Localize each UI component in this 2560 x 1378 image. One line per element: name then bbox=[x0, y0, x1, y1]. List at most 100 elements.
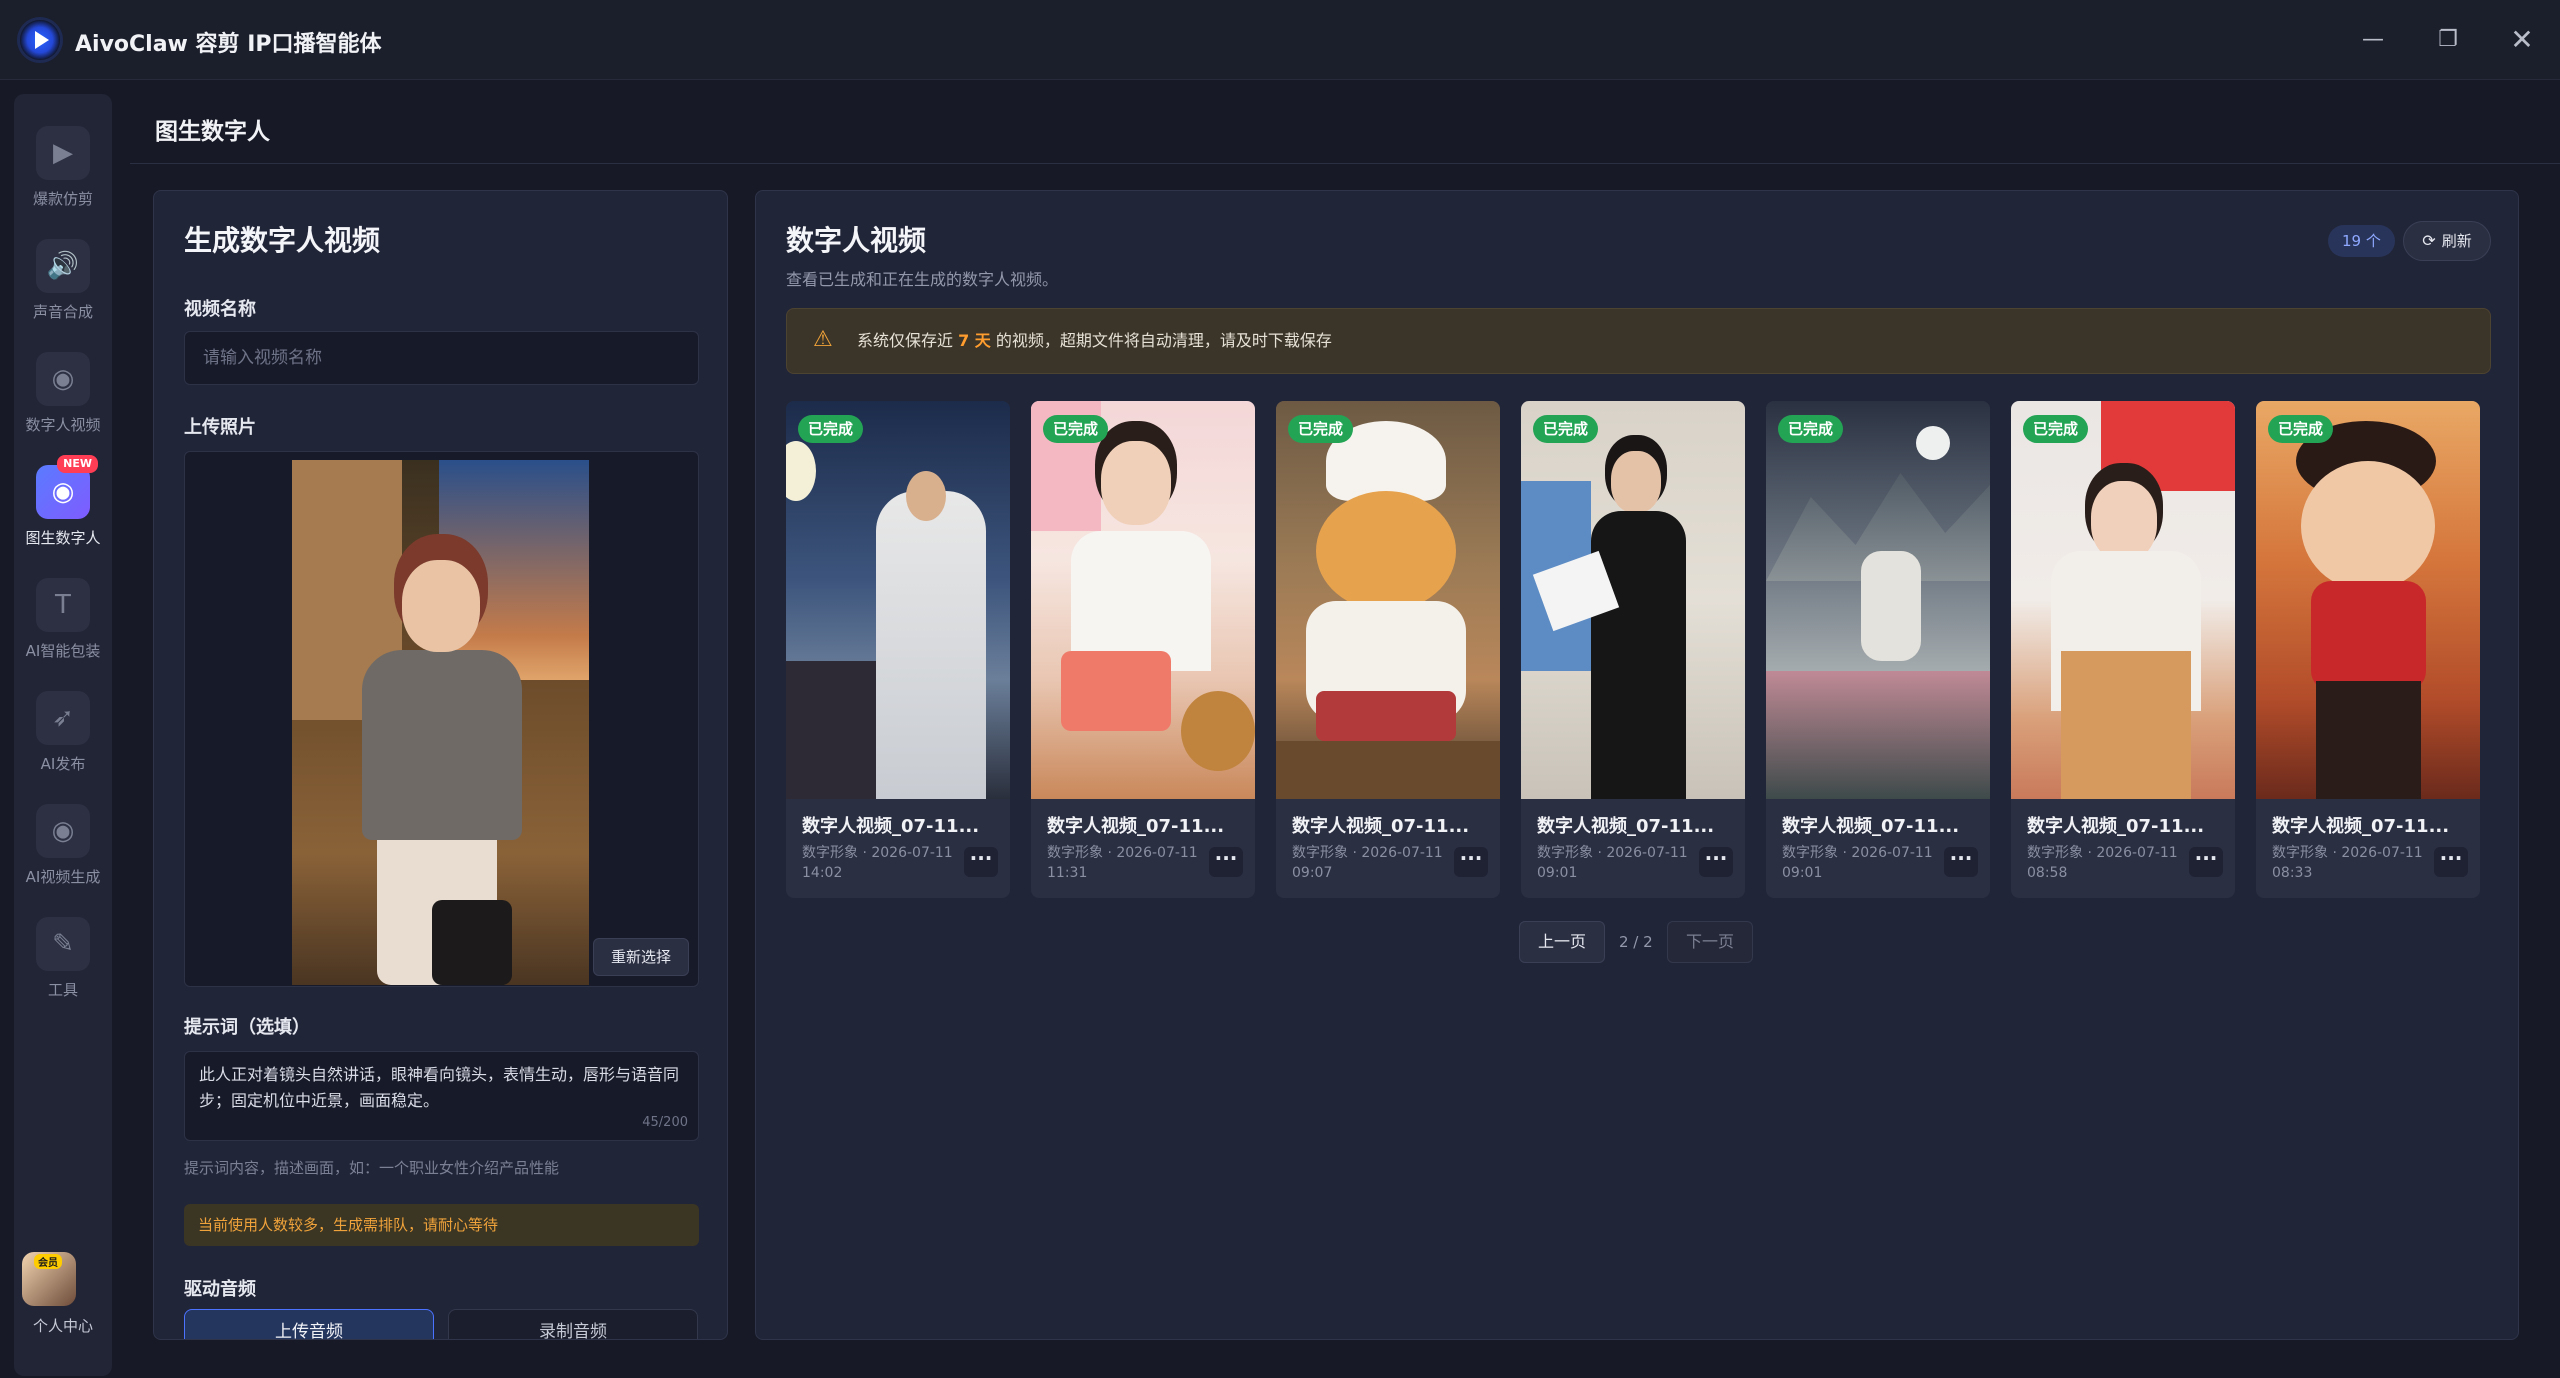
video-meta: 数字形象 · 2026-07-11 11:31 bbox=[1047, 843, 1207, 883]
next-page-button[interactable]: 下一页 bbox=[1667, 921, 1753, 963]
title-bar: AivoClaw 容剪 IP口播智能体 — ❐ ✕ bbox=[0, 0, 2560, 80]
thumb-presenter-head bbox=[1611, 451, 1661, 513]
video-meta: 数字形象 · 2026-07-11 14:02 bbox=[802, 843, 962, 883]
video-card[interactable]: 已完成 数字人视频_07-11... 数字形象 · 2026-07-11 08:5… bbox=[2011, 401, 2235, 898]
more-options-button[interactable]: ··· bbox=[2434, 847, 2468, 877]
video-meta-line: 数字形象 · 2026-07-11 bbox=[1782, 845, 1933, 861]
app-title: AivoClaw 容剪 IP口播智能体 bbox=[75, 32, 382, 57]
photo-person-head bbox=[402, 560, 480, 652]
video-title: 数字人视频_07-11... bbox=[1292, 816, 1470, 837]
thumb-cat-head bbox=[1316, 491, 1456, 611]
refresh-button[interactable]: ⟳ 刷新 bbox=[2403, 221, 2491, 261]
rocket-icon: ➶ bbox=[36, 691, 90, 745]
videos-title: 数字人视频 bbox=[786, 224, 927, 257]
video-title: 数字人视频_07-11... bbox=[2027, 816, 2205, 837]
video-thumbnail bbox=[2011, 401, 2235, 799]
video-meta: 数字形象 · 2026-07-11 08:33 bbox=[2272, 843, 2432, 883]
video-name-input[interactable]: 请输入视频名称 bbox=[184, 331, 699, 385]
upload-photo-label: 上传照片 bbox=[184, 417, 256, 438]
photo-upload-area[interactable]: 重新选择 bbox=[184, 451, 699, 987]
thumb-meat bbox=[1316, 691, 1456, 741]
thumb-peach-box bbox=[2061, 651, 2191, 799]
audio-label: 驱动音频 bbox=[184, 1279, 256, 1300]
video-time: 14:02 bbox=[802, 865, 843, 881]
sidebar-item-digital-human-video[interactable]: ◉ 数字人视频 bbox=[14, 352, 112, 435]
page-indicator: 2 / 2 bbox=[1619, 933, 1653, 951]
video-thumbnail bbox=[2256, 401, 2480, 799]
speaker-icon: 🔊 bbox=[36, 239, 90, 293]
thumb-scholar bbox=[1861, 551, 1921, 661]
sidebar-item-label: 声音合成 bbox=[32, 303, 93, 321]
thumb-basket bbox=[1181, 691, 1255, 771]
profile-label[interactable]: 个人中心 bbox=[14, 1315, 112, 1336]
main-header: 图生数字人 bbox=[130, 94, 2560, 164]
status-badge: 已完成 bbox=[1043, 415, 1109, 443]
sidebar: ▶ 爆款仿剪 🔊 声音合成 ◉ 数字人视频 ◉ NEW 图生数字人 T AI智能… bbox=[14, 94, 112, 1376]
video-meta: 数字形象 · 2026-07-11 09:07 bbox=[1292, 843, 1452, 883]
sidebar-item-tools[interactable]: ✎ 工具 bbox=[14, 917, 112, 1000]
video-title: 数字人视频_07-11... bbox=[802, 816, 980, 837]
sidebar-item-ai-publish[interactable]: ➶ AI发布 bbox=[14, 691, 112, 774]
image-human-icon: ◉ NEW bbox=[36, 455, 98, 519]
video-card[interactable]: 已完成 数字人视频_07-11... 数字形象 · 2026-07-11 08:3… bbox=[2256, 401, 2480, 898]
thumb-robed-poet bbox=[876, 491, 986, 799]
prompt-hint: 提示词内容，描述画面，如：一个职业女性介绍产品性能 bbox=[184, 1159, 560, 1177]
video-meta-line: 数字形象 · 2026-07-11 bbox=[802, 845, 953, 861]
sidebar-item-label: 数字人视频 bbox=[25, 416, 101, 434]
new-badge: NEW bbox=[57, 455, 98, 473]
video-time: 08:58 bbox=[2027, 865, 2068, 881]
more-options-button[interactable]: ··· bbox=[964, 847, 998, 877]
tab-upload-audio[interactable]: 上传音频 bbox=[184, 1309, 434, 1339]
video-title: 数字人视频_07-11... bbox=[1537, 816, 1715, 837]
more-options-button[interactable]: ··· bbox=[1944, 847, 1978, 877]
sidebar-item-image-to-digital-human[interactable]: ◉ NEW 图生数字人 bbox=[14, 455, 112, 548]
reselect-button[interactable]: 重新选择 bbox=[593, 938, 689, 976]
video-title: 数字人视频_07-11... bbox=[2272, 816, 2450, 837]
sidebar-item-viral-clip[interactable]: ▶ 爆款仿剪 bbox=[14, 126, 112, 209]
retention-warning: ⚠ 系统仅保存近 7 天 的视频，超期文件将自动清理，请及时下载保存 bbox=[786, 308, 2491, 374]
wrench-icon: ✎ bbox=[36, 917, 90, 971]
app-logo-icon bbox=[20, 20, 60, 60]
close-button[interactable]: ✕ bbox=[2504, 22, 2540, 58]
minimize-button[interactable]: — bbox=[2355, 22, 2391, 58]
thumb-cutting-board bbox=[1276, 741, 1500, 799]
sidebar-item-ai-video-gen[interactable]: ◉ AI视频生成 bbox=[14, 804, 112, 887]
video-card[interactable]: 已完成 数字人视频_07-11... 数字形象 · 2026-07-11 09:0… bbox=[1276, 401, 1500, 898]
videos-panel: 数字人视频 查看已生成和正在生成的数字人视频。 19 个 ⟳ 刷新 ⚠ 系统仅保存… bbox=[755, 190, 2519, 1340]
prompt-textarea[interactable]: 此人正对着镜头自然讲话，眼神看向镜头，表情生动，唇形与语音同步；固定机位中近景，… bbox=[184, 1051, 699, 1141]
video-meta: 数字形象 · 2026-07-11 08:58 bbox=[2027, 843, 2187, 883]
video-thumbnail bbox=[1031, 401, 1255, 799]
video-meta-line: 数字形象 · 2026-07-11 bbox=[2027, 845, 2178, 861]
video-card[interactable]: 已完成 数字人视频_07-11... 数字形象 · 2026-07-11 09:0… bbox=[1521, 401, 1745, 898]
more-options-button[interactable]: ··· bbox=[2189, 847, 2223, 877]
prompt-text: 此人正对着镜头自然讲话，眼神看向镜头，表情生动，唇形与语音同步；固定机位中近景，… bbox=[199, 1065, 680, 1110]
sidebar-item-ai-packaging[interactable]: T AI智能包装 bbox=[14, 578, 112, 661]
video-name-label: 视频名称 bbox=[184, 299, 256, 320]
video-meta-line: 数字形象 · 2026-07-11 bbox=[2272, 845, 2423, 861]
video-card[interactable]: 已完成 数字人视频_07-11... 数字形象 · 2026-07-11 09:0… bbox=[1766, 401, 1990, 898]
thumb-moon bbox=[1916, 426, 1950, 460]
uploaded-photo bbox=[292, 460, 589, 985]
thumb-red-sign bbox=[2101, 401, 2235, 491]
more-options-button[interactable]: ··· bbox=[1699, 847, 1733, 877]
photo-person-body bbox=[362, 650, 522, 840]
video-camera-icon: ▶ bbox=[36, 126, 90, 180]
video-card[interactable]: 已完成 数字人视频_07-11... 数字形象 · 2026-07-11 11:3… bbox=[1031, 401, 1255, 898]
video-card[interactable]: 已完成 数字人视频_07-11... 数字形象 · 2026-07-11 14:0… bbox=[786, 401, 1010, 898]
video-thumbnail bbox=[786, 401, 1010, 799]
queue-notice: 当前使用人数较多，生成需排队，请耐心等待 bbox=[184, 1204, 699, 1246]
prompt-label: 提示词（选填） bbox=[184, 1017, 310, 1038]
maximize-button[interactable]: ❐ bbox=[2430, 22, 2466, 58]
video-count-badge: 19 个 bbox=[2328, 225, 2395, 257]
video-time: 09:01 bbox=[1782, 865, 1823, 881]
photo-person-boots bbox=[432, 900, 512, 985]
tab-record-audio[interactable]: 录制音频 bbox=[448, 1309, 698, 1339]
prev-page-button[interactable]: 上一页 bbox=[1519, 921, 1605, 963]
status-badge: 已完成 bbox=[2268, 415, 2334, 443]
thumb-moon bbox=[786, 441, 816, 501]
page-title: 图生数字人 bbox=[155, 119, 270, 145]
warning-text-post: 的视频，超期文件将自动清理，请及时下载保存 bbox=[990, 331, 1332, 350]
sidebar-item-voice-synthesis[interactable]: 🔊 声音合成 bbox=[14, 239, 112, 322]
more-options-button[interactable]: ··· bbox=[1454, 847, 1488, 877]
more-options-button[interactable]: ··· bbox=[1209, 847, 1243, 877]
